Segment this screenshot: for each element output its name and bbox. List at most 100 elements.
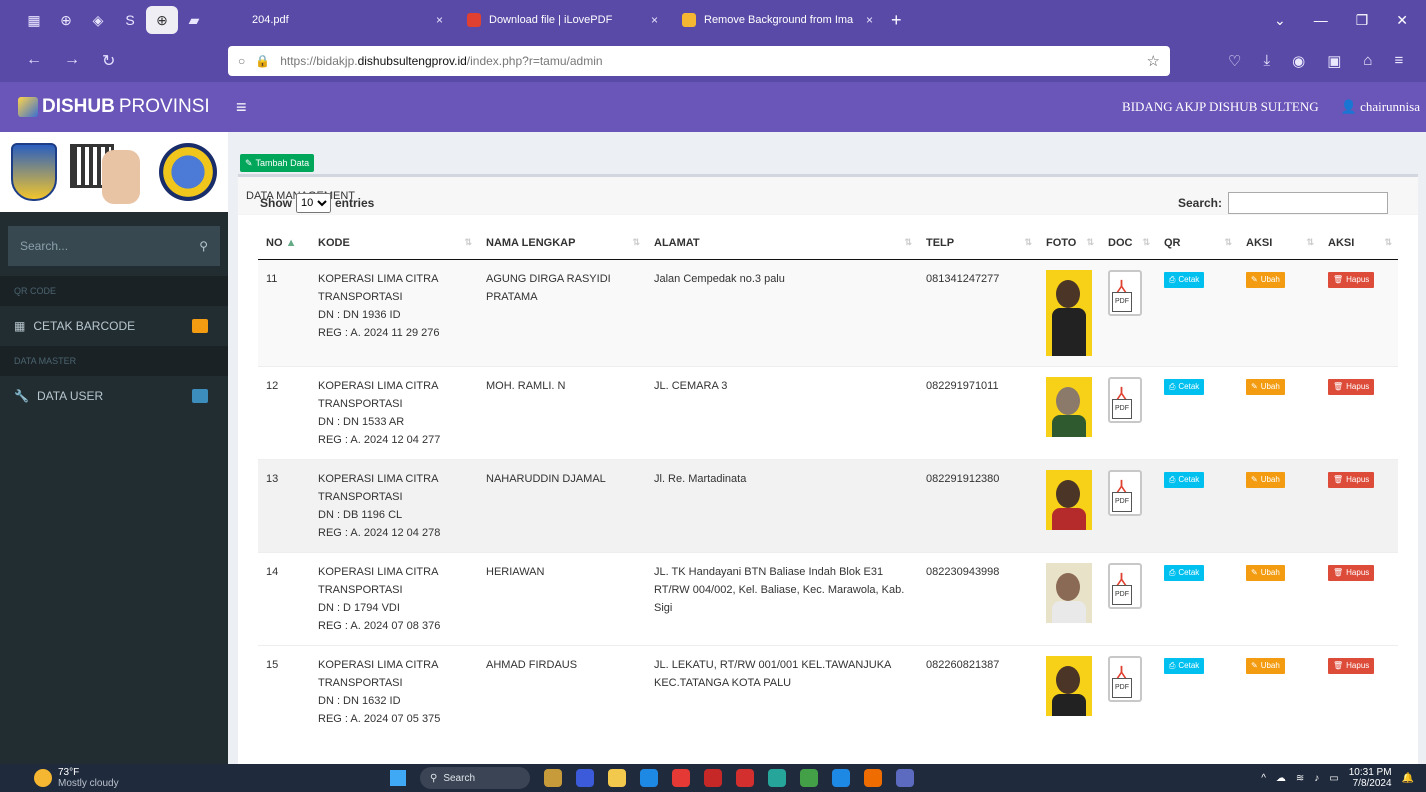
close-icon[interactable]: × [436,13,443,27]
globe-active-icon[interactable]: ⊕ [146,6,178,34]
col-nama[interactable]: NAMA LENGKAP ⇅ [478,227,646,260]
whatsapp-icon[interactable] [800,769,818,787]
col-foto[interactable]: FOTO ⇅ [1038,227,1100,260]
col-kode[interactable]: KODE ⇅ [310,227,478,260]
photo-thumbnail[interactable] [1046,562,1092,623]
s-app-icon[interactable]: S [114,6,146,34]
folder-icon[interactable]: ▰ [178,6,210,34]
cetak-button[interactable]: ⎙ Cetak [1164,657,1205,674]
file-explorer-icon[interactable] [608,769,626,787]
download-icon[interactable]: ⤓ [1263,52,1270,70]
pdf-icon[interactable]: ⅄ PDF [1108,469,1142,516]
menu-icon[interactable]: ≡ [1394,52,1403,70]
col-doc[interactable]: DOC ⇅ [1100,227,1156,260]
new-tab-button[interactable]: + [891,10,902,31]
add-data-button[interactable]: ✎ Tambah Data [240,154,315,172]
hapus-button[interactable]: 🗑 Hapus [1328,271,1375,288]
user-menu[interactable]: 👤 chairunnisa [1341,99,1420,115]
grid-icon[interactable]: ▦ [18,6,50,34]
sidebar-search-input[interactable]: Search... ⚲ [8,226,220,266]
cell-no: 13 [258,458,310,552]
org-name[interactable]: BIDANG AKJP DISHUB SULTENG [1122,99,1319,115]
cetak-button[interactable]: ⎙ Cetak [1164,471,1205,488]
tab-pdf[interactable]: 204.pdf × [240,4,455,36]
photo-thumbnail[interactable] [1046,469,1092,530]
extension-icon[interactable]: ◈ [82,6,114,34]
wifi-icon[interactable]: ≋ [1296,773,1304,784]
ubah-button[interactable]: ✎ Ubah [1246,657,1285,674]
extensions-puzzle-icon[interactable]: ⌂ [1363,52,1372,70]
chevron-up-icon[interactable]: ^ [1261,773,1266,784]
col-alamat[interactable]: ALAMAT ⇅ [646,227,918,260]
account-icon[interactable]: ◉ [1292,52,1305,70]
close-icon[interactable]: × [651,13,658,27]
photo-thumbnail[interactable] [1046,376,1092,437]
province-emblem-icon [10,143,57,201]
pocket-icon[interactable]: ♡ [1228,52,1241,70]
col-aksi-2[interactable]: AKSI ⇅ [1320,227,1398,260]
bookmark-star-icon[interactable]: ☆ [1147,52,1160,70]
tab-ilovepdf[interactable]: Download file | iLovePDF × [455,4,670,36]
extension-icon[interactable]: ▣ [1327,52,1341,70]
minimize-icon[interactable]: — [1314,12,1328,29]
volume-icon[interactable]: ♪ [1314,773,1319,784]
tab-remove-bg[interactable]: Remove Background from Ima × [670,4,885,36]
ubah-button[interactable]: ✎ Ubah [1246,564,1285,581]
photo-thumbnail[interactable] [1046,655,1092,716]
pdf-icon[interactable]: ⅄ PDF [1108,655,1142,702]
app-icon[interactable] [736,769,754,787]
col-telp[interactable]: TELP ⇅ [918,227,1038,260]
close-icon[interactable]: × [866,13,873,27]
widgets-icon[interactable] [544,769,562,787]
windows-start-icon[interactable] [390,770,406,786]
cloud-icon[interactable]: ☁ [1276,773,1286,784]
pdf-icon[interactable]: ⅄ PDF [1108,376,1142,423]
trash-icon: 🗑 [1333,567,1344,577]
chrome-icon[interactable] [832,769,850,787]
reload-icon[interactable]: ↻ [102,51,115,71]
battery-icon[interactable]: ▭ [1329,773,1338,784]
photo-thumbnail[interactable] [1046,269,1092,356]
pdf-icon[interactable]: ⅄ PDF [1108,269,1142,316]
forward-icon[interactable]: → [64,51,80,71]
store-icon[interactable] [768,769,786,787]
notification-icon[interactable]: 🔔 [1402,773,1414,784]
cetak-button[interactable]: ⎙ Cetak [1164,271,1205,288]
back-icon[interactable]: ← [26,51,42,71]
sidebar-toggle-button[interactable]: ≡ [236,97,247,118]
taskbar-search[interactable]: ⚲ Search [420,767,530,789]
hapus-button[interactable]: 🗑 Hapus [1328,564,1375,581]
hapus-button[interactable]: 🗑 Hapus [1328,471,1375,488]
mail-icon[interactable] [672,769,690,787]
sort-icon: ⇅ [1086,236,1094,247]
col-qr[interactable]: QR ⇅ [1156,227,1238,260]
entries-select[interactable]: 10 [296,193,331,213]
ubah-button[interactable]: ✎ Ubah [1246,378,1285,395]
weather-widget[interactable]: 73°F Mostly cloudy [0,767,390,789]
edge-icon[interactable] [640,769,658,787]
sidebar-item-cetak-barcode[interactable]: ▦ CETAK BARCODE [0,306,228,346]
photos-icon[interactable] [896,769,914,787]
firefox-icon[interactable] [864,769,882,787]
cetak-button[interactable]: ⎙ Cetak [1164,564,1205,581]
brand[interactable]: DISHUB PROVINSI [0,82,228,132]
col-aksi-1[interactable]: AKSI ⇅ [1238,227,1320,260]
teams-icon[interactable] [576,769,594,787]
globe-icon[interactable]: ⊕ [50,6,82,34]
hapus-button[interactable]: 🗑 Hapus [1328,657,1375,674]
address-bar[interactable]: ○ 🔒 https://bidakjp.dishubsultengprov.id… [228,46,1170,76]
search-icon[interactable]: ⚲ [199,239,208,253]
ubah-button[interactable]: ✎ Ubah [1246,471,1285,488]
pdf-icon[interactable]: ⅄ PDF [1108,562,1142,609]
calendar-icon[interactable] [704,769,722,787]
maximize-icon[interactable]: ❐ [1356,12,1369,29]
ubah-button[interactable]: ✎ Ubah [1246,271,1285,288]
sidebar-item-data-user[interactable]: 🔧 DATA USER [0,376,228,416]
col-no[interactable]: NO ▲ [258,227,310,260]
cetak-button[interactable]: ⎙ Cetak [1164,378,1205,395]
tab-list-icon[interactable]: ⌄ [1274,12,1286,29]
table-search-input[interactable] [1228,192,1388,214]
clock[interactable]: 10:31 PM 7/8/2024 [1349,767,1392,789]
hapus-button[interactable]: 🗑 Hapus [1328,378,1375,395]
close-window-icon[interactable]: ✕ [1396,12,1408,29]
